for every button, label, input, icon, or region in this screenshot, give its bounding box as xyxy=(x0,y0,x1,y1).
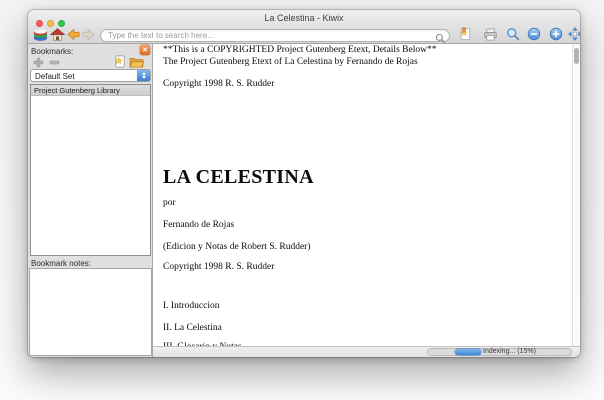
home-icon xyxy=(49,27,65,44)
zoom-in-icon xyxy=(549,27,563,44)
bookmark-page-icon xyxy=(458,27,472,44)
scrollbar-thumb[interactable] xyxy=(574,48,579,64)
back-button[interactable] xyxy=(65,28,81,43)
add-bookmark-button[interactable] xyxy=(31,57,45,69)
bookmark-set-value: Default Set xyxy=(35,72,75,81)
back-icon xyxy=(66,28,81,44)
library-button[interactable] xyxy=(32,28,48,43)
zoom-out-button[interactable] xyxy=(526,27,542,44)
window-header: La Celestina - Kiwix xyxy=(28,10,580,44)
bookmark-page-button[interactable] xyxy=(457,27,473,44)
search-field[interactable] xyxy=(100,29,450,44)
indexing-progress-fill xyxy=(455,349,481,355)
list-item[interactable]: Project Gutenberg Library xyxy=(31,85,150,96)
article-por: por xyxy=(163,198,176,208)
bookmarks-panel: Bookmarks: ✕ Default Set Project Gutenbe… xyxy=(28,44,153,357)
forward-button[interactable] xyxy=(80,28,96,43)
chevron-up-down-icon xyxy=(137,70,150,81)
close-panel-icon[interactable]: ✕ xyxy=(140,45,150,55)
article-copyright: Copyright 1998 R. S. Rudder xyxy=(163,79,275,89)
article-edition-note: (Edicion y Notas de Robert S. Rudder) xyxy=(163,242,311,252)
article-author: Fernando de Rojas xyxy=(163,220,235,230)
forward-icon xyxy=(81,28,96,44)
fullscreen-button[interactable] xyxy=(567,27,580,44)
open-set-button[interactable] xyxy=(129,57,144,69)
zoom-in-button[interactable] xyxy=(548,27,564,44)
search-input[interactable] xyxy=(108,30,430,41)
bookmarks-list[interactable]: Project Gutenberg Library xyxy=(30,84,151,256)
status-bar: Indexing... (15%) xyxy=(153,346,580,357)
toc-item-2: II. La Celestina xyxy=(163,323,222,333)
article-etext-line: The Project Gutenberg Etext of La Celest… xyxy=(163,57,418,67)
toc-item-1: I. Introduccion xyxy=(163,301,220,311)
fullscreen-icon xyxy=(568,27,580,44)
bookmark-notes-label: Bookmark notes: xyxy=(31,259,92,268)
indexing-status-text: Indexing... (15%) xyxy=(483,348,536,355)
print-icon xyxy=(483,28,498,44)
find-in-page-button[interactable] xyxy=(505,28,521,43)
print-button[interactable] xyxy=(482,28,498,43)
bookmark-notes-input[interactable] xyxy=(29,268,152,356)
article-content[interactable]: **This is a COPYRIGHTED Project Gutenber… xyxy=(153,44,580,357)
kiwix-window: La Celestina - Kiwix Type the text to se… xyxy=(28,10,580,357)
window-title: La Celestina - Kiwix xyxy=(264,13,344,23)
article-title: LA CELESTINA xyxy=(163,166,314,188)
article-copyright-banner: **This is a COPYRIGHTED Project Gutenber… xyxy=(163,45,437,55)
article-copyright2: Copyright 1998 R. S. Rudder xyxy=(163,262,275,272)
save-set-button[interactable] xyxy=(112,55,126,69)
home-button[interactable] xyxy=(49,27,65,44)
zoom-out-icon xyxy=(527,27,541,44)
bookmark-set-select[interactable]: Default Set xyxy=(30,69,151,82)
indexing-progress-bar: Indexing... (15%) xyxy=(427,348,572,356)
vertical-scrollbar[interactable] xyxy=(572,44,580,346)
find-in-page-icon xyxy=(506,27,520,44)
remove-bookmark-button[interactable] xyxy=(47,57,61,69)
library-icon xyxy=(33,28,48,44)
